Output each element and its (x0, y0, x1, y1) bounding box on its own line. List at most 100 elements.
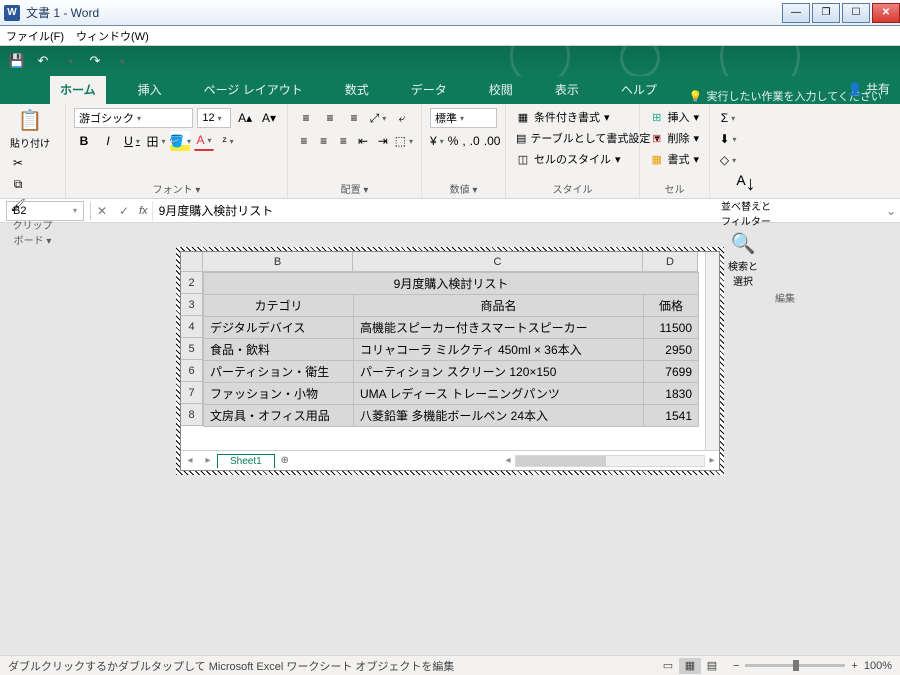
row-header-5[interactable]: 5 (181, 338, 203, 360)
cell-price[interactable]: 7699 (644, 361, 699, 383)
font-size-select[interactable]: 12 (197, 108, 231, 128)
cancel-icon[interactable]: ✕ (91, 204, 113, 218)
menu-file[interactable]: ファイル(F) (6, 28, 64, 44)
row-header-3[interactable]: 3 (181, 294, 203, 316)
cell-price[interactable]: 1830 (644, 383, 699, 405)
cell-item[interactable]: コリャコーラ ミルクティ 450ml × 36本入 (354, 339, 644, 361)
cell-styles-button[interactable]: ◫セルのスタイル ▾ (514, 150, 631, 168)
bold-button[interactable]: B (74, 131, 94, 151)
name-box[interactable]: B2▾ (6, 201, 84, 221)
sheet-nav-prev[interactable]: ◂ (181, 455, 199, 466)
cell-category[interactable]: ファッション・小物 (204, 383, 354, 405)
decrease-decimal-icon[interactable]: .00 (484, 131, 501, 151)
tab-help[interactable]: ヘルプ (611, 76, 667, 104)
cell-price[interactable]: 11500 (644, 317, 699, 339)
row-header-7[interactable]: 7 (181, 382, 203, 404)
formula-input[interactable]: 9月度購入検討リスト (152, 201, 882, 221)
cell-price[interactable]: 2950 (644, 339, 699, 361)
increase-font-icon[interactable]: A▴ (235, 108, 255, 128)
align-left-icon[interactable]: ≡ (296, 131, 312, 151)
insert-cells-button[interactable]: ⊞挿入 ▾ (648, 108, 701, 126)
cell-header-price[interactable]: 価格 (644, 295, 699, 317)
new-sheet-button[interactable]: ⊕ (275, 455, 295, 466)
cell-category[interactable]: 食品・飲料 (204, 339, 354, 361)
percent-format-icon[interactable]: % (448, 131, 459, 151)
enter-icon[interactable]: ✓ (113, 204, 135, 218)
column-header-d[interactable]: D (643, 252, 698, 272)
sheet-tab-sheet1[interactable]: Sheet1 (217, 454, 275, 468)
tab-view[interactable]: 表示 (545, 76, 589, 104)
decrease-font-icon[interactable]: A▾ (259, 108, 279, 128)
qat-customize-dropdown[interactable] (112, 52, 130, 70)
view-page-break-icon[interactable]: ▤ (701, 658, 723, 674)
close-button[interactable]: ✕ (872, 3, 900, 23)
number-format-select[interactable]: 標準 (430, 108, 497, 128)
font-color-button[interactable]: A (194, 131, 214, 151)
font-name-select[interactable]: 游ゴシック (74, 108, 193, 128)
restore-button[interactable]: ❐ (812, 3, 840, 23)
align-right-icon[interactable]: ≡ (335, 131, 351, 151)
decrease-indent-icon[interactable]: ⇤ (355, 131, 371, 151)
cell-price[interactable]: 1541 (644, 405, 699, 427)
row-header-8[interactable]: 8 (181, 404, 203, 426)
zoom-in-icon[interactable]: + (851, 660, 857, 672)
autosum-icon[interactable]: Σ (718, 108, 738, 128)
view-normal-icon[interactable]: ▭ (657, 658, 679, 674)
tab-formulas[interactable]: 数式 (335, 76, 379, 104)
format-cells-button[interactable]: ▦書式 ▾ (648, 150, 701, 168)
fill-color-button[interactable]: 🪣 (170, 131, 190, 151)
row-header-6[interactable]: 6 (181, 360, 203, 382)
zoom-control[interactable]: − + 100% (733, 660, 892, 672)
cell-category[interactable]: 文房具・オフィス用品 (204, 405, 354, 427)
zoom-slider[interactable] (745, 664, 845, 667)
horizontal-scrollbar[interactable]: ◂▸ (501, 455, 719, 467)
fill-icon[interactable]: ⬇ (718, 129, 738, 149)
tab-insert[interactable]: 挿入 (128, 76, 172, 104)
copy-icon[interactable]: ⧉ (8, 174, 28, 194)
excel-ole-object[interactable]: 2345678 BCD 9月度購入検討リストカテゴリ商品名価格デジタルデバイス高… (180, 251, 720, 471)
zoom-level[interactable]: 100% (864, 660, 892, 672)
paste-button[interactable]: 📋 貼り付け (8, 108, 52, 150)
redo-icon[interactable]: ↷ (86, 52, 104, 70)
view-page-layout-icon[interactable]: ▦ (679, 658, 701, 674)
undo-dropdown[interactable] (60, 52, 78, 70)
column-header-b[interactable]: B (203, 252, 353, 272)
underline-button[interactable]: U (122, 131, 142, 151)
cut-icon[interactable]: ✂ (8, 153, 28, 173)
comma-format-icon[interactable]: , (462, 131, 465, 151)
tab-home[interactable]: ホーム (50, 76, 106, 104)
align-bottom-icon[interactable]: ≡ (344, 108, 364, 128)
merge-cells-icon[interactable]: ⬚ (395, 131, 413, 151)
cell-category[interactable]: パーティション・衛生 (204, 361, 354, 383)
accounting-format-icon[interactable]: ¥ (430, 131, 444, 151)
maximize-button[interactable]: ☐ (842, 3, 870, 23)
wrap-text-icon[interactable]: ⤶ (392, 108, 412, 128)
cell-item[interactable]: UMA レディース トレーニングパンツ (354, 383, 644, 405)
tab-data[interactable]: データ (401, 76, 457, 104)
phonetic-button[interactable]: ᶻ (218, 131, 238, 151)
cell-header-cat[interactable]: カテゴリ (204, 295, 354, 317)
format-as-table-button[interactable]: ▤テーブルとして書式設定 ▾ (514, 129, 631, 147)
tab-page-layout[interactable]: ページ レイアウト (194, 76, 313, 104)
increase-decimal-icon[interactable]: .0 (470, 131, 480, 151)
menu-window[interactable]: ウィンドウ(W) (76, 28, 149, 44)
increase-indent-icon[interactable]: ⇥ (375, 131, 391, 151)
select-all-corner[interactable] (181, 252, 203, 272)
cell-category[interactable]: デジタルデバイス (204, 317, 354, 339)
cell-item[interactable]: 高機能スピーカー付きスマートスピーカー (354, 317, 644, 339)
minimize-button[interactable]: — (782, 3, 810, 23)
find-select-button[interactable]: 🔍 検索と 選択 (718, 231, 768, 288)
border-button[interactable]: 田 (146, 131, 166, 151)
row-header-4[interactable]: 4 (181, 316, 203, 338)
undo-icon[interactable]: ↶ (34, 52, 52, 70)
sheet-nav-next[interactable]: ▸ (199, 455, 217, 466)
zoom-out-icon[interactable]: − (733, 660, 739, 672)
align-center-icon[interactable]: ≡ (316, 131, 332, 151)
clear-icon[interactable]: ◇ (718, 150, 738, 170)
conditional-formatting-button[interactable]: ▦条件付き書式 ▾ (514, 108, 631, 126)
column-header-c[interactable]: C (353, 252, 643, 272)
tab-review[interactable]: 校閲 (479, 76, 523, 104)
align-top-icon[interactable]: ≡ (296, 108, 316, 128)
vertical-scrollbar[interactable] (705, 252, 719, 450)
fx-label[interactable]: fx (139, 205, 148, 217)
